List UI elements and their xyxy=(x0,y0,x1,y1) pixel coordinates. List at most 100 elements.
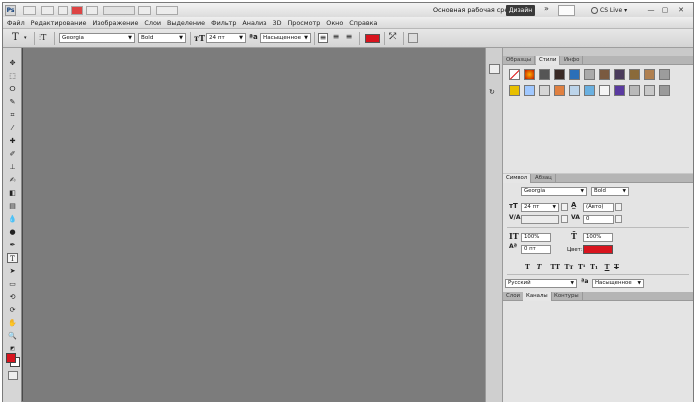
screen-mode-button[interactable] xyxy=(156,6,178,15)
character-panel-toggle-icon[interactable] xyxy=(408,33,418,43)
menu-analysis[interactable]: Анализ xyxy=(242,19,266,27)
align-center-icon[interactable]: ≡ xyxy=(331,33,341,43)
design-workspace-button[interactable]: Дизайн xyxy=(506,5,535,16)
font-family-select[interactable]: Georgia ▼ xyxy=(59,33,135,43)
minimize-button[interactable]: — xyxy=(645,5,657,16)
zoom-tool-button[interactable] xyxy=(86,6,98,15)
font-style-select[interactable]: Bold ▼ xyxy=(138,33,186,43)
style-swatch[interactable] xyxy=(524,69,535,80)
search-field[interactable] xyxy=(558,5,575,16)
style-swatch[interactable] xyxy=(539,69,550,80)
text-color-swatch[interactable] xyxy=(365,34,380,43)
style-swatch[interactable] xyxy=(509,85,520,96)
style-swatch[interactable] xyxy=(629,85,640,96)
style-swatch[interactable] xyxy=(584,69,595,80)
subscript-icon[interactable]: T₁ xyxy=(590,263,598,271)
type-tool-icon[interactable]: T xyxy=(7,253,18,263)
char-size-select[interactable]: 24 пт ▼ xyxy=(521,203,559,212)
close-button[interactable]: ✕ xyxy=(675,5,687,16)
orientation-toggle-icon[interactable]: ⫶T xyxy=(39,33,46,43)
char-horizontal-scale-field[interactable]: 100% xyxy=(583,233,613,242)
faux-bold-icon[interactable]: T xyxy=(525,263,530,271)
cs-live-button[interactable]: CS Live ▾ xyxy=(591,5,635,16)
lasso-tool-icon[interactable]: ⵔ xyxy=(7,84,18,94)
menu-file[interactable]: Файл xyxy=(7,19,25,27)
tab-character[interactable]: Символ xyxy=(503,174,532,183)
gradient-tool-icon[interactable]: ▤ xyxy=(7,201,18,211)
tab-layers[interactable]: Слои xyxy=(503,292,525,301)
clone-stamp-tool-icon[interactable]: ⊥ xyxy=(7,162,18,172)
zoom-level-dropdown[interactable] xyxy=(103,6,135,15)
menu-image[interactable]: Изображение xyxy=(92,19,138,27)
style-swatch[interactable] xyxy=(644,69,655,80)
style-swatch[interactable] xyxy=(584,85,595,96)
maximize-button[interactable]: ▢ xyxy=(659,5,671,16)
style-swatch[interactable] xyxy=(554,85,565,96)
char-leading-dropdown-button[interactable] xyxy=(615,203,622,211)
quick-mask-icon[interactable] xyxy=(8,371,18,380)
navigator-panel-icon[interactable] xyxy=(489,64,500,74)
rectangle-tool-icon[interactable]: ▭ xyxy=(7,279,18,289)
strikethrough-icon[interactable]: T xyxy=(614,263,619,271)
char-antialias-select[interactable]: Насыщенное ▼ xyxy=(592,279,644,288)
style-swatch[interactable] xyxy=(614,69,625,80)
style-none-swatch[interactable] xyxy=(509,69,520,80)
style-swatch[interactable] xyxy=(569,69,580,80)
char-leading-select[interactable]: (Авто) xyxy=(583,203,614,212)
blur-tool-icon[interactable]: 💧 xyxy=(7,214,18,224)
underline-icon[interactable]: T xyxy=(605,263,610,271)
extras-button[interactable] xyxy=(58,6,68,15)
zoom-tool-icon[interactable]: 🔍 xyxy=(7,331,18,341)
char-color-swatch[interactable] xyxy=(583,245,613,254)
char-kerning-select[interactable] xyxy=(521,215,559,224)
char-vertical-scale-field[interactable]: 100% xyxy=(521,233,551,242)
move-tool-icon[interactable]: ✥ xyxy=(7,58,18,68)
tab-info[interactable]: Инфо xyxy=(561,56,584,65)
superscript-icon[interactable]: T¹ xyxy=(578,263,586,271)
char-baseline-shift-field[interactable]: 0 пт xyxy=(521,245,551,254)
preset-dropdown-icon[interactable]: ▾ xyxy=(24,35,27,41)
brush-tool-icon[interactable]: ✐ xyxy=(7,149,18,159)
pen-tool-icon[interactable]: ✒ xyxy=(7,240,18,250)
antialias-select[interactable]: Насыщенное ▼ xyxy=(260,33,311,43)
tab-channels[interactable]: Каналы xyxy=(523,292,552,301)
marquee-tool-icon[interactable]: ⬚ xyxy=(7,71,18,81)
hand-tool-icon[interactable]: ✋ xyxy=(7,318,18,328)
small-caps-icon[interactable]: Tт xyxy=(565,263,574,271)
warp-text-icon[interactable]: ⤱ xyxy=(389,32,396,42)
style-swatch[interactable] xyxy=(659,85,670,96)
char-tracking-select[interactable]: 0 xyxy=(583,215,614,224)
menu-layers[interactable]: Слои xyxy=(144,19,161,27)
menu-3d[interactable]: 3D xyxy=(273,19,282,27)
tab-paragraph[interactable]: Абзац xyxy=(532,174,556,183)
style-swatch[interactable] xyxy=(554,69,565,80)
style-swatch[interactable] xyxy=(539,85,550,96)
all-caps-icon[interactable]: TT xyxy=(551,263,560,271)
char-tracking-dropdown-button[interactable] xyxy=(615,215,622,223)
char-font-family-select[interactable]: Georgia ▼ xyxy=(521,187,587,196)
style-swatch[interactable] xyxy=(644,85,655,96)
style-swatch[interactable] xyxy=(614,85,625,96)
tab-paths[interactable]: Контуры xyxy=(551,292,583,301)
style-swatch[interactable] xyxy=(524,85,535,96)
char-kerning-dropdown-button[interactable] xyxy=(561,215,568,223)
quick-selection-tool-icon[interactable]: ✎ xyxy=(7,97,18,107)
history-brush-tool-icon[interactable]: ✍ xyxy=(7,175,18,185)
eyedropper-tool-icon[interactable]: ⁄ xyxy=(7,123,18,133)
style-swatch[interactable] xyxy=(599,69,610,80)
path-selection-tool-icon[interactable]: ➤ xyxy=(7,266,18,276)
menu-filter[interactable]: Фильтр xyxy=(211,19,236,27)
healing-brush-tool-icon[interactable]: ✚ xyxy=(7,136,18,146)
hand-tool-button[interactable] xyxy=(71,6,83,15)
arrange-documents-button[interactable] xyxy=(138,6,151,15)
eraser-tool-icon[interactable]: ◧ xyxy=(7,188,18,198)
char-font-style-select[interactable]: Bold ▼ xyxy=(591,187,629,196)
text-tool-preset-icon[interactable]: T xyxy=(12,32,19,43)
more-workspaces-icon[interactable]: » xyxy=(544,4,549,13)
foreground-color-swatch[interactable] xyxy=(6,353,16,363)
menu-select[interactable]: Выделение xyxy=(167,19,205,27)
char-language-select[interactable]: Русский ▼ xyxy=(505,279,577,288)
style-swatch[interactable] xyxy=(569,85,580,96)
font-size-select[interactable]: 24 пт ▼ xyxy=(206,33,246,43)
menu-help[interactable]: Справка xyxy=(349,19,377,27)
